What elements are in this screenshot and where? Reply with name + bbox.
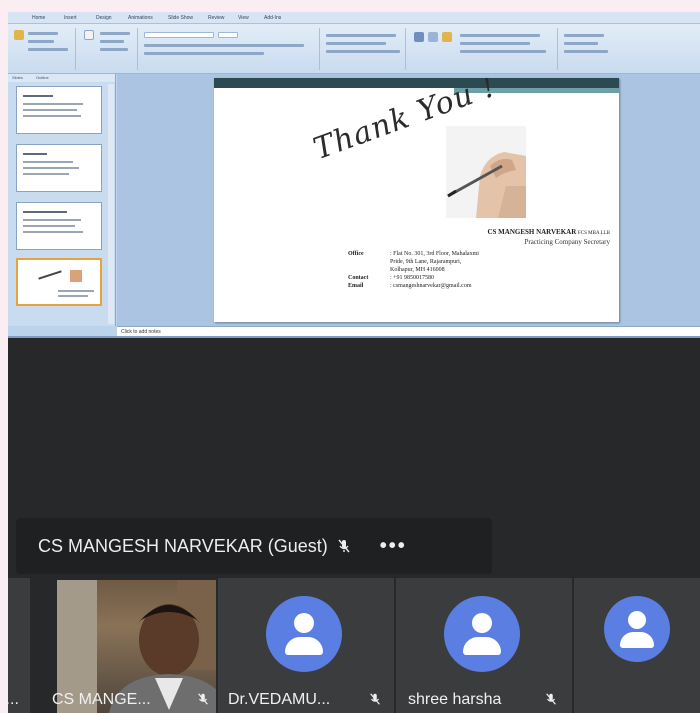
shared-screen-powerpoint: Home Insert Design Animations Slide Show… — [8, 12, 700, 338]
contact-row: Contact : +91 9850017580 — [348, 275, 435, 281]
slides-pane-scrollbar[interactable] — [108, 84, 114, 324]
mic-off-icon — [338, 539, 350, 553]
participant-tile[interactable] — [574, 578, 700, 713]
slide-header-bar — [214, 78, 619, 88]
ribbon-toolbar — [8, 24, 700, 74]
presenter-designation: Practicing Company Secretary — [524, 238, 610, 246]
slide-thumbnail-selected[interactable] — [16, 258, 102, 306]
participant-name: shree harsha — [408, 691, 502, 708]
quick-styles-icon[interactable] — [442, 32, 452, 42]
slide-editor: Thank You ! CS MANGESH NARVEKAR FCS MBA … — [117, 74, 700, 326]
active-speaker-bar: CS MANGESH NARVEKAR (Guest) ••• — [16, 518, 492, 574]
slide-canvas[interactable]: Thank You ! CS MANGESH NARVEKAR FCS MBA … — [214, 78, 619, 322]
ribbon-group-font — [140, 28, 320, 70]
slides-pane-tabs: Slides Outline — [8, 74, 115, 82]
ribbon-tab-design[interactable]: Design — [96, 14, 112, 22]
ribbon-tab-animations[interactable]: Animations — [128, 14, 153, 22]
email-row: Email : csmangeshnarvekar@gmail.com — [348, 283, 472, 289]
ribbon-group-slides — [78, 28, 138, 70]
ribbon-tab-view[interactable]: View — [238, 14, 249, 22]
ribbon-tab-addins[interactable]: Add-Ins — [264, 14, 281, 22]
participant-tile[interactable]: Dr.VEDAMU... — [218, 578, 394, 713]
participant-strip: l... CS MANGE... — [8, 578, 700, 713]
participant-name: CS MANGE... — [52, 691, 151, 708]
office-row-3: Kolhapur, MH 416008 — [390, 267, 445, 273]
presenter-name: CS MANGESH NARVEKAR FCS MBA LLB — [487, 228, 610, 236]
slide-thumbnail[interactable] — [16, 202, 102, 250]
ribbon-group-drawing — [408, 28, 558, 70]
office-row-2: Pride, 9th Lane, Rajarampuri, — [390, 259, 462, 265]
ribbon-group-clipboard — [10, 28, 76, 70]
ribbon-tab-home[interactable]: Home — [32, 14, 45, 22]
ribbon-group-paragraph — [322, 28, 406, 70]
slides-pane: Slides Outline — [8, 74, 116, 326]
avatar — [444, 596, 520, 672]
active-speaker-name: CS MANGESH NARVEKAR (Guest) — [38, 535, 328, 556]
avatar — [604, 596, 670, 662]
paste-icon[interactable] — [14, 30, 24, 40]
participant-tile[interactable]: l... — [8, 578, 30, 713]
ribbon-tab-bar: Home Insert Design Animations Slide Show… — [8, 12, 700, 24]
mic-off-icon — [546, 693, 556, 705]
slide-thumbnail[interactable] — [16, 86, 102, 134]
hand-with-pen-image — [446, 126, 526, 218]
participant-tile[interactable]: shree harsha — [396, 578, 572, 713]
mic-off-icon — [198, 693, 208, 705]
meeting-stage: CS MANGESH NARVEKAR (Guest) ••• l... — [8, 338, 700, 713]
ribbon-tab-slideshow[interactable]: Slide Show — [168, 14, 193, 22]
participant-name: Dr.VEDAMU... — [228, 691, 331, 708]
office-row: Office : Flat No. 301, 3rd Floor, Mahala… — [348, 251, 479, 257]
mic-off-icon — [370, 693, 380, 705]
slide-thumbnail[interactable] — [16, 144, 102, 192]
avatar — [266, 596, 342, 672]
shapes-icon[interactable] — [414, 32, 424, 42]
more-options-button[interactable]: ••• — [380, 535, 407, 558]
new-slide-icon[interactable] — [84, 30, 94, 40]
ribbon-tab-review[interactable]: Review — [208, 14, 224, 22]
arrange-icon[interactable] — [428, 32, 438, 42]
tab-slides[interactable]: Slides — [12, 75, 23, 81]
participant-name: l... — [8, 691, 19, 708]
notes-pane[interactable]: Click to add notes — [117, 326, 700, 336]
tab-outline[interactable]: Outline — [36, 75, 49, 81]
contact-card: CS MANGESH NARVEKAR FCS MBA LLB Practici… — [348, 228, 610, 290]
participant-tile-video[interactable]: CS MANGE... — [30, 578, 216, 713]
ribbon-tab-insert[interactable]: Insert — [64, 14, 77, 22]
ribbon-group-editing — [560, 28, 620, 70]
